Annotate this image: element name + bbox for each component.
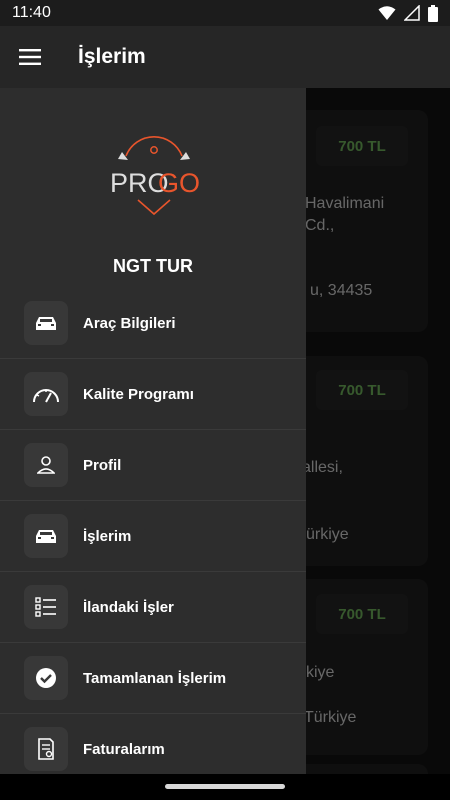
progo-logo: PRO GO bbox=[108, 130, 200, 221]
status-icons bbox=[378, 4, 438, 22]
menu-item-ilandaki-isler[interactable]: İlandaki İşler bbox=[0, 572, 306, 643]
battery-icon bbox=[428, 4, 438, 22]
hamburger-menu-button[interactable] bbox=[0, 26, 60, 88]
checklist-icon bbox=[24, 585, 68, 629]
drawer-menu: Araç Bilgileri Kalite Programı Profil İş… bbox=[0, 288, 306, 774]
app-bar: İşlerim bbox=[0, 26, 450, 88]
car-icon bbox=[24, 301, 68, 345]
signal-icon bbox=[404, 5, 420, 21]
menu-item-arac-bilgileri[interactable]: Araç Bilgileri bbox=[0, 288, 306, 359]
menu-item-tamamlanan-islerim[interactable]: Tamamlanan İşlerim bbox=[0, 643, 306, 714]
logo-text-go: GO bbox=[158, 168, 200, 198]
menu-item-label: İlandaki İşler bbox=[83, 598, 174, 616]
menu-item-kalite-programi[interactable]: Kalite Programı bbox=[0, 359, 306, 430]
home-gesture-handle[interactable] bbox=[165, 784, 285, 789]
navigation-drawer: PRO GO NGT TUR Araç Bilgileri Kalite Pro… bbox=[0, 88, 306, 774]
wifi-icon bbox=[378, 6, 396, 20]
menu-item-faturalarim[interactable]: Faturalarım bbox=[0, 714, 306, 774]
status-bar: 11:40 bbox=[0, 0, 450, 26]
menu-item-islerim[interactable]: İşlerim bbox=[0, 501, 306, 572]
menu-item-label: Faturalarım bbox=[83, 740, 165, 758]
hamburger-icon bbox=[19, 49, 41, 65]
speedometer-icon bbox=[24, 372, 68, 416]
menu-item-label: Kalite Programı bbox=[83, 385, 194, 403]
check-circle-icon bbox=[24, 656, 68, 700]
menu-item-profil[interactable]: Profil bbox=[0, 430, 306, 501]
car-icon bbox=[24, 514, 68, 558]
menu-item-label: Tamamlanan İşlerim bbox=[83, 669, 227, 687]
status-time: 11:40 bbox=[12, 4, 51, 21]
system-nav-bar bbox=[0, 774, 450, 800]
menu-item-label: Profil bbox=[83, 456, 122, 474]
person-icon bbox=[24, 443, 68, 487]
menu-item-label: Araç Bilgileri bbox=[83, 314, 176, 332]
invoice-icon bbox=[24, 727, 68, 771]
page-title: İşlerim bbox=[78, 45, 146, 68]
menu-item-label: İşlerim bbox=[83, 527, 132, 545]
company-name: NGT TUR bbox=[113, 256, 193, 276]
